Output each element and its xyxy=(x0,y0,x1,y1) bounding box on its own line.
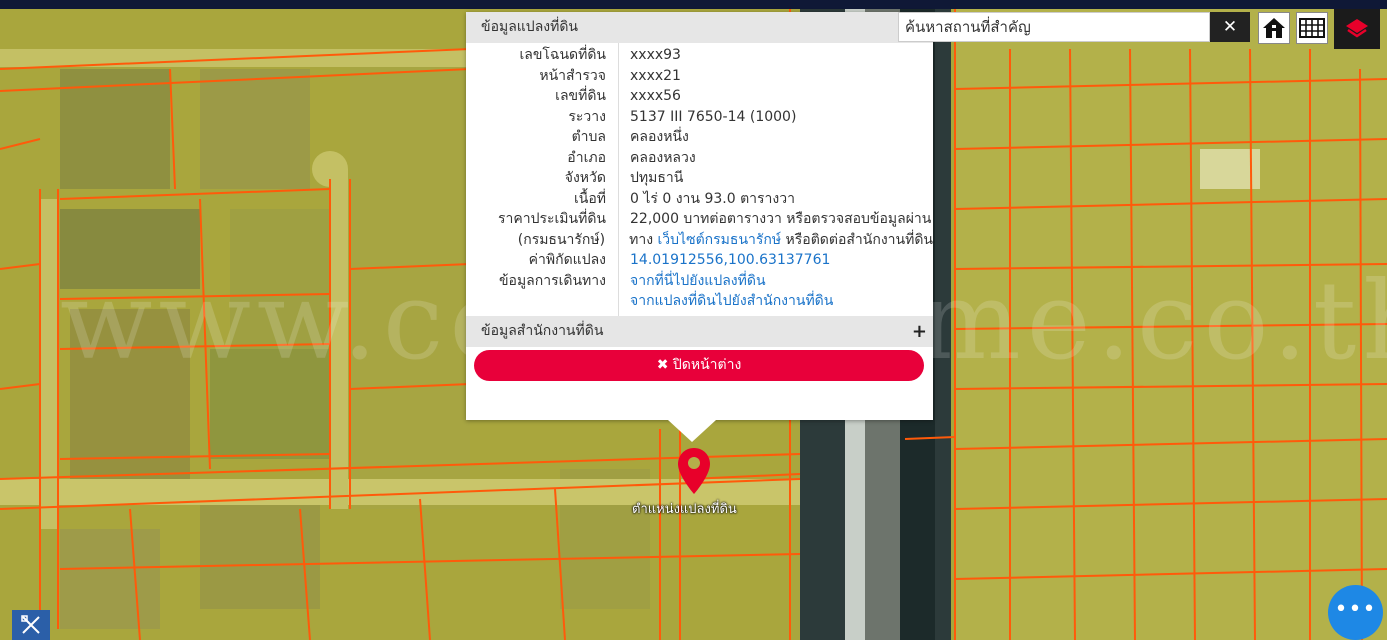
top-bar xyxy=(0,0,1387,9)
row-value: xxxx21 xyxy=(630,67,681,84)
directions-row-2: จากแปลงที่ดินไปยังสำนักงานที่ดิน xyxy=(466,291,933,312)
row-value: 5137 III 7650-14 (1000) xyxy=(630,108,797,125)
price-value: 22,000 บาทต่อตารางวา หรือตรวจสอบข้อมูลผ่… xyxy=(630,211,932,227)
info-row: เลขที่ดิน xxxx56 xyxy=(466,86,933,107)
price-suffix: หรือติดต่อสำนักงานที่ดิน xyxy=(785,231,933,248)
coords-row: ค่าพิกัดแปลง 14.01912556,100.63137761 xyxy=(466,250,933,271)
info-row: เนื้อที่ 0 ไร่ 0 งาน 93.0 ตารางวา xyxy=(466,189,933,210)
close-window-label: ปิดหน้าต่าง xyxy=(672,357,742,373)
more-options-button[interactable]: ••• xyxy=(1328,585,1383,640)
price-prefix: ทาง xyxy=(629,231,654,248)
info-row: อำเภอ คลองหลวง xyxy=(466,148,933,169)
layers-icon xyxy=(1346,19,1368,38)
row-label: ระวาง xyxy=(568,108,606,125)
price-value-2: ทาง เว็บไซต์กรมธนารักษ์ หรือติดต่อสำนักง… xyxy=(629,230,933,251)
grid-icon xyxy=(1299,18,1325,38)
info-row: ตำบล คลองหนึ่ง xyxy=(466,127,933,148)
row-value: 0 ไร่ 0 งาน 93.0 ตารางวา xyxy=(630,190,795,207)
parcel-info-header: ข้อมูลแปลงที่ดิน xyxy=(466,12,933,43)
row-label: อำเภอ xyxy=(567,149,606,166)
tools-icon xyxy=(21,615,40,634)
directions-label: ข้อมูลการเดินทาง xyxy=(498,272,606,289)
map-tools-button[interactable] xyxy=(12,610,50,640)
parcel-grid-button[interactable] xyxy=(1296,12,1328,44)
info-row: เลขโฉนดที่ดิน xxxx93 xyxy=(466,45,933,66)
row-label: เนื้อที่ xyxy=(574,190,606,207)
parcel-info-table: เลขโฉนดที่ดิน xxxx93 หน้าสำรวจ xxxx21 เลขท… xyxy=(466,43,933,316)
home-icon xyxy=(1263,18,1285,38)
parcel-info-popup: ข้อมูลแปลงที่ดิน เลขโฉนดที่ดิน xxxx93 หน้… xyxy=(466,12,933,420)
land-office-section-header[interactable]: ข้อมูลสำนักงานที่ดิน + xyxy=(466,315,933,347)
home-button[interactable] xyxy=(1258,12,1290,44)
row-value: คลองหนึ่ง xyxy=(630,129,689,145)
treasury-website-link[interactable]: เว็บไซต์กรมธนารักษ์ xyxy=(658,232,782,248)
coords-link[interactable]: 14.01912556,100.63137761 xyxy=(630,250,933,271)
info-row: หน้าสำรวจ xxxx21 xyxy=(466,66,933,87)
row-label: จังหวัด xyxy=(564,170,606,186)
directions-to-office-link[interactable]: จากแปลงที่ดินไปยังสำนักงานที่ดิน xyxy=(630,291,933,312)
close-window-button[interactable]: ✖ ปิดหน้าต่าง xyxy=(474,350,924,381)
close-x-icon: ✖ xyxy=(656,357,669,373)
price-row: ราคาประเมินที่ดิน 22,000 บาทต่อตารางวา หร… xyxy=(466,209,933,230)
coords-label: ค่าพิกัดแปลง xyxy=(528,252,606,268)
row-label: หน้าสำรวจ xyxy=(539,67,606,84)
price-label-2: (กรมธนารักษ์) xyxy=(517,231,606,248)
place-search-input[interactable] xyxy=(898,12,1210,42)
land-office-title: ข้อมูลสำนักงานที่ดิน xyxy=(481,322,604,339)
row-value: คลองหลวง xyxy=(630,149,696,166)
info-row: ระวาง 5137 III 7650-14 (1000) xyxy=(466,107,933,128)
row-label: เลขที่ดิน xyxy=(555,88,606,104)
expand-plus-icon[interactable]: + xyxy=(912,316,927,347)
row-label: ตำบล xyxy=(571,129,606,145)
search-clear-button[interactable]: ✕ xyxy=(1210,12,1250,42)
row-label: เลขโฉนดที่ดิน xyxy=(519,47,606,63)
row-value: xxxx93 xyxy=(630,47,681,63)
layers-button[interactable] xyxy=(1334,9,1380,49)
price-label: ราคาประเมินที่ดิน xyxy=(497,211,606,227)
map-pin-icon[interactable] xyxy=(676,446,712,496)
popup-caret xyxy=(668,420,716,442)
info-row: จังหวัด ปทุมธานี xyxy=(466,168,933,189)
row-value: ปทุมธานี xyxy=(630,170,684,186)
pin-label: ตำแหน่งแปลงที่ดิน xyxy=(632,502,737,517)
directions-row: ข้อมูลการเดินทาง จากที่นี่ไปยังแปลงที่ดิน xyxy=(466,271,933,292)
row-value: xxxx56 xyxy=(630,88,681,104)
more-icon: ••• xyxy=(1334,597,1377,622)
directions-to-parcel-link[interactable]: จากที่นี่ไปยังแปลงที่ดิน xyxy=(630,271,933,292)
price-row-2: (กรมธนารักษ์) ทาง เว็บไซต์กรมธนารักษ์ หรื… xyxy=(466,230,933,251)
